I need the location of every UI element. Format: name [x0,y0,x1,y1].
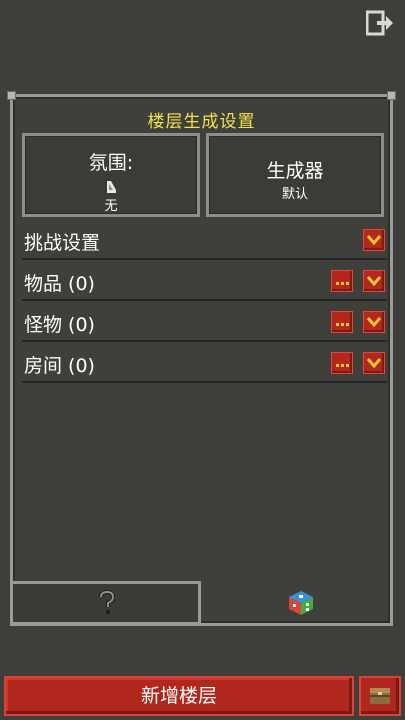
generator-title: 生成器 [266,160,324,182]
row-items: 物品 (0) [22,263,387,301]
row-label: 怪物 (0) [24,314,95,336]
atmosphere-value: 无 [104,199,118,214]
row-label: 房间 (0) [24,355,95,377]
chevron-down-icon[interactable] [363,352,385,374]
chevron-down-icon[interactable] [363,229,385,251]
row-challenge-settings: 挑战设置 [22,222,387,260]
row-monsters: 怪物 (0) [22,304,387,342]
tab-dice[interactable] [207,581,396,626]
more-icon[interactable] [331,352,353,374]
panel-corner [387,91,396,100]
feather-icon [25,179,197,195]
atmosphere-title: 氛围: [88,152,134,174]
row-label: 物品 (0) [24,273,95,295]
add-floor-button[interactable]: 新增楼层 [4,676,354,716]
question-icon [98,589,116,620]
panel-title: 楼层生成设置 [147,112,256,132]
floor-settings-panel: 楼层生成设置 氛围: 无 生成器 默认 挑战设置 物品 (0) 怪物 (0) 房… [7,91,396,626]
row-rooms: 房间 (0) [22,345,387,383]
generator-value: 默认 [281,187,308,202]
generator-button[interactable]: 生成器 默认 [206,133,384,217]
chest-icon [369,686,391,710]
atmosphere-button[interactable]: 氛围: 无 [22,133,200,217]
more-icon[interactable] [331,270,353,292]
panel-corner [7,91,16,100]
row-label: 挑战设置 [24,232,101,254]
dice-icon [287,589,315,621]
chevron-down-icon[interactable] [363,311,385,333]
chevron-down-icon[interactable] [363,270,385,292]
more-icon[interactable] [331,311,353,333]
tab-help[interactable] [10,581,201,626]
chest-button[interactable] [359,676,401,716]
exit-icon[interactable] [365,10,394,36]
